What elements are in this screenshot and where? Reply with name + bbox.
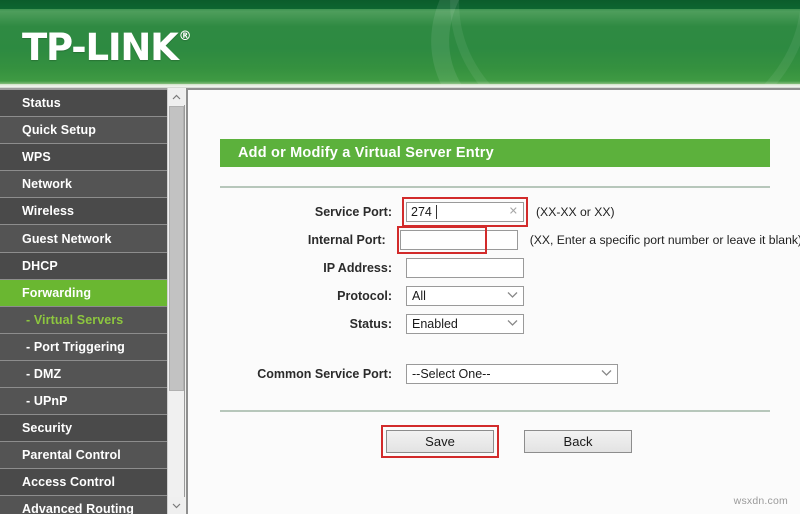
save-button-wrap: Save bbox=[381, 425, 499, 458]
sidebar-item-label: - Port Triggering bbox=[26, 339, 125, 354]
sidebar-item-guest-network[interactable]: Guest Network bbox=[0, 225, 167, 253]
sidebar-item-label: Advanced Routing bbox=[22, 502, 135, 514]
sidebar-item-wireless[interactable]: Wireless bbox=[0, 198, 167, 226]
sidebar-item-label: Forwarding bbox=[22, 285, 92, 300]
sidebar-item-quick-setup[interactable]: Quick Setup bbox=[0, 117, 167, 145]
sidebar-item-status[interactable]: Status bbox=[0, 90, 167, 118]
internal-port-field-wrap bbox=[396, 226, 518, 254]
form-row-ip-address: IP Address: bbox=[188, 254, 800, 282]
panel-title: Add or Modify a Virtual Server Entry bbox=[220, 139, 770, 167]
sidebar-nav: Status Quick Setup WPS Network Wireless Guest… bbox=[0, 88, 167, 514]
sidebar-item-dmz[interactable]: - DMZ bbox=[0, 360, 167, 389]
ip-address-input[interactable] bbox=[406, 258, 524, 278]
form-row-service-port: Service Port: ✕ (XX-XX or XX) bbox=[188, 197, 800, 227]
watermark: wsxdn.com bbox=[733, 495, 788, 507]
save-button[interactable]: Save bbox=[386, 430, 494, 453]
sidebar-item-wps[interactable]: WPS bbox=[0, 144, 167, 172]
page-header: TP-LINK® bbox=[0, 0, 800, 88]
sidebar-item-label: Security bbox=[22, 421, 73, 436]
chevron-down-icon bbox=[601, 370, 612, 379]
sidebar-item-virtual-servers[interactable]: - Virtual Servers bbox=[0, 306, 167, 334]
sidebar-item-label: WPS bbox=[22, 150, 51, 165]
sidebar-item-label: Parental Control bbox=[22, 448, 121, 463]
header-swoosh-decoration-2 bbox=[439, 0, 800, 88]
sidebar-item-label: Guest Network bbox=[22, 231, 112, 246]
divider-bottom bbox=[220, 410, 770, 412]
status-selected-value: Enabled bbox=[412, 317, 458, 331]
sidebar-item-security[interactable]: Security bbox=[0, 415, 167, 443]
back-button[interactable]: Back bbox=[524, 430, 632, 453]
sidebar-item-label: Network bbox=[22, 177, 73, 192]
form-row-common-service-port: Common Service Port: --Select One-- bbox=[188, 360, 800, 388]
common-service-port-label: Common Service Port: bbox=[257, 367, 392, 381]
router-admin-page: TP-LINK® Status Quick Setup WPS Network Wire… bbox=[0, 0, 800, 514]
sidebar-item-label: Status bbox=[22, 96, 61, 111]
internal-port-hint: (XX, Enter a specific port number or lea… bbox=[529, 233, 800, 247]
protocol-label: Protocol: bbox=[337, 289, 392, 303]
common-service-port-select[interactable]: --Select One-- bbox=[406, 364, 618, 384]
scroll-up-arrow-icon[interactable] bbox=[168, 88, 185, 105]
internal-port-input[interactable] bbox=[399, 230, 518, 250]
scrollbar-thumb[interactable] bbox=[169, 106, 184, 391]
sidebar-item-label: - DMZ bbox=[26, 366, 62, 381]
chevron-down-icon bbox=[507, 292, 518, 301]
sidebar-item-label: DHCP bbox=[22, 258, 58, 273]
form-actions: Save Back bbox=[188, 425, 800, 458]
service-port-input[interactable] bbox=[406, 202, 524, 222]
protocol-selected-value: All bbox=[412, 289, 426, 303]
sidebar-item-label: Quick Setup bbox=[22, 123, 97, 138]
service-port-field-wrap: ✕ bbox=[402, 197, 528, 227]
main-content-panel: Add or Modify a Virtual Server Entry Ser… bbox=[186, 88, 800, 514]
sidebar-scrollbar[interactable] bbox=[167, 88, 185, 514]
form-row-internal-port: Internal Port: (XX, Enter a specific por… bbox=[188, 226, 800, 254]
protocol-select[interactable]: All bbox=[406, 286, 524, 306]
sidebar-item-dhcp[interactable]: DHCP bbox=[0, 252, 167, 280]
status-label: Status: bbox=[349, 317, 392, 331]
sidebar-item-access-control[interactable]: Access Control bbox=[0, 469, 167, 497]
scroll-down-arrow-icon[interactable] bbox=[168, 497, 185, 514]
ip-address-field-wrap bbox=[406, 258, 524, 278]
form-row-status: Status: Enabled bbox=[188, 310, 800, 338]
form-row-protocol: Protocol: All bbox=[188, 282, 800, 310]
sidebar-item-network[interactable]: Network bbox=[0, 171, 167, 199]
sidebar-item-parental-control[interactable]: Parental Control bbox=[0, 442, 167, 470]
service-port-label: Service Port: bbox=[314, 205, 392, 219]
status-select[interactable]: Enabled bbox=[406, 314, 524, 334]
tp-link-logo: TP-LINK® bbox=[22, 26, 192, 69]
registered-mark: ® bbox=[178, 29, 192, 44]
sidebar-item-port-triggering[interactable]: - Port Triggering bbox=[0, 333, 167, 361]
sidebar-item-label: - UPnP bbox=[26, 394, 68, 409]
service-port-hint: (XX-XX or XX) bbox=[536, 205, 615, 219]
chevron-down-icon bbox=[507, 320, 518, 329]
logo-text: TP-LINK bbox=[22, 26, 179, 69]
virtual-server-form: Service Port: ✕ (XX-XX or XX) Internal P… bbox=[188, 197, 800, 388]
internal-port-label: Internal Port: bbox=[307, 233, 386, 247]
sidebar-item-upnp[interactable]: - UPnP bbox=[0, 388, 167, 416]
sidebar-item-label: Wireless bbox=[22, 204, 75, 219]
sidebar-item-label: - Virtual Servers bbox=[26, 312, 124, 327]
sidebar-item-advanced-routing[interactable]: Advanced Routing bbox=[0, 496, 167, 514]
clear-x-icon[interactable]: ✕ bbox=[509, 206, 518, 218]
common-service-port-selected-value: --Select One-- bbox=[412, 367, 491, 381]
sidebar-item-label: Access Control bbox=[22, 475, 116, 490]
text-caret bbox=[436, 205, 437, 219]
ip-address-label: IP Address: bbox=[323, 261, 392, 275]
form-spacer bbox=[188, 338, 800, 360]
divider-top bbox=[220, 186, 770, 188]
sidebar-item-forwarding[interactable]: Forwarding bbox=[0, 279, 167, 307]
